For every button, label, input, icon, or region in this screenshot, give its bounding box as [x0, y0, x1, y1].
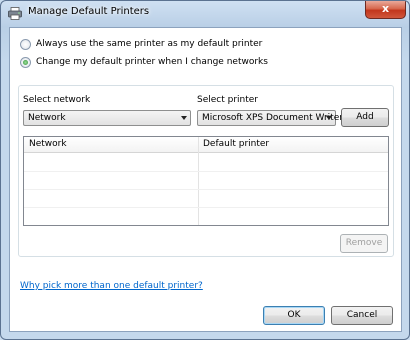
select-network-label: Select network [23, 95, 91, 105]
window-title: Manage Default Printers [28, 6, 150, 17]
printer-icon [8, 7, 22, 20]
row-divider [24, 207, 388, 208]
ok-button[interactable]: OK [263, 306, 325, 325]
remove-button[interactable]: Remove [340, 234, 388, 253]
printer-dropdown[interactable]: Microsoft XPS Document Writer [197, 110, 343, 126]
chevron-down-icon [326, 116, 332, 120]
option-same-printer[interactable]: Always use the same printer as my defaul… [20, 37, 262, 51]
column-header-default-printer[interactable]: Default printer [203, 139, 269, 149]
column-divider [198, 137, 199, 225]
option-same-printer-label: Always use the same printer as my defaul… [36, 39, 263, 49]
row-divider [24, 171, 388, 172]
list-header: Network Default printer [24, 137, 388, 153]
manage-default-printers-window: Manage Default Printers x Always use the… [0, 0, 410, 340]
row-divider [24, 189, 388, 190]
title-bar[interactable]: Manage Default Printers x [1, 1, 409, 27]
network-dropdown[interactable]: Network [23, 110, 191, 126]
radio-change-with-network[interactable] [20, 56, 31, 68]
help-link[interactable]: Why pick more than one default printer? [20, 281, 203, 291]
dialog-body: Always use the same printer as my defaul… [9, 27, 402, 332]
network-dropdown-value: Network [28, 113, 66, 123]
option-change-with-network-label: Change my default printer when I change … [36, 57, 268, 67]
option-change-with-network[interactable]: Change my default printer when I change … [20, 55, 268, 69]
close-button[interactable]: x [365, 1, 406, 19]
column-header-network[interactable]: Network [29, 139, 67, 149]
chevron-down-icon [181, 116, 187, 120]
radio-same-printer[interactable] [20, 38, 31, 50]
add-button[interactable]: Add [341, 108, 389, 127]
printer-dropdown-value: Microsoft XPS Document Writer [202, 113, 343, 123]
cancel-button[interactable]: Cancel [331, 306, 393, 325]
network-printer-list[interactable]: Network Default printer [23, 136, 389, 226]
select-printer-label: Select printer [197, 95, 259, 105]
